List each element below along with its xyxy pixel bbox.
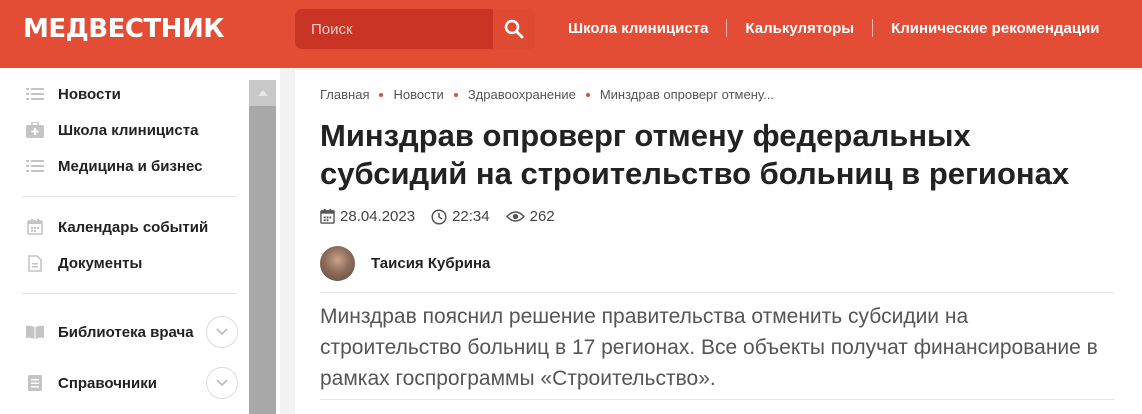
chevron-down-icon (216, 379, 228, 387)
sidebar-item-label: Справочники (58, 374, 157, 392)
sidebar-item-label: Календарь событий (58, 218, 209, 236)
sidebar: Новости Школа клинициста Медицина и бизн… (0, 68, 280, 414)
nav-divider (726, 19, 728, 37)
nav-divider (872, 19, 874, 37)
search-button[interactable] (493, 9, 535, 49)
library-expand-button[interactable] (206, 316, 238, 348)
article-time-value: 22:34 (452, 208, 490, 225)
calendar-icon (26, 218, 44, 236)
sidebar-item-label: Документы (58, 254, 143, 272)
article-meta: 28.04.2023 22:34 262 (320, 208, 571, 225)
avatar[interactable] (320, 246, 355, 281)
top-nav: Школа клинициста Калькуляторы Клинически… (568, 19, 1100, 37)
sidebar-item-label: Школа клинициста (58, 121, 199, 139)
breadcrumb-separator (379, 92, 384, 97)
sidebar-item-label: Библиотека врача (58, 323, 194, 341)
breadcrumb-home[interactable]: Главная (320, 87, 369, 102)
article-title: Минздрав опроверг отмену федеральных суб… (320, 118, 1070, 191)
directories-expand-button[interactable] (206, 367, 238, 399)
breadcrumb-news[interactable]: Новости (393, 87, 443, 102)
nav-link-calculators[interactable]: Калькуляторы (745, 20, 854, 37)
author-name[interactable]: Таисия Кубрина (371, 255, 490, 272)
sidebar-item-library[interactable]: Библиотека врача (26, 320, 194, 344)
divider (320, 292, 1114, 293)
search-box[interactable]: Поиск (295, 9, 535, 49)
article-lead: Минздрав пояснил решение правительства о… (320, 305, 1098, 390)
document-icon (26, 254, 44, 272)
nav-link-guidelines[interactable]: Клинические рекомендации (891, 20, 1099, 37)
book-icon (26, 323, 44, 341)
sidebar-item-school[interactable]: Школа клинициста (26, 118, 198, 142)
divider (320, 399, 1114, 400)
article-views-value: 262 (529, 208, 555, 225)
nav-link-school[interactable]: Школа клинициста (568, 20, 708, 37)
scroll-up-button[interactable] (249, 80, 276, 106)
chevron-up-icon (257, 90, 268, 96)
sidebar-item-label: Медицина и бизнес (58, 157, 203, 175)
article-time: 22:34 (431, 208, 490, 225)
search-input[interactable]: Поиск (311, 21, 353, 38)
breadcrumb-current: Минздрав опроверг отмену... (599, 87, 774, 102)
article-author[interactable]: Таисия Кубрина (320, 246, 490, 281)
site-header: МЕДВЕСТНИК Поиск Школа клинициста Кальку… (0, 0, 1142, 68)
sidebar-scrollbar[interactable] (249, 80, 276, 414)
article-date-value: 28.04.2023 (340, 208, 416, 225)
sidebar-item-documents[interactable]: Документы (26, 251, 142, 275)
calendar-icon (320, 209, 335, 224)
sidebar-divider (22, 293, 237, 294)
article-views: 262 (505, 208, 555, 225)
breadcrumb-separator (453, 92, 458, 97)
clock-icon (431, 208, 447, 225)
breadcrumb: Главная Новости Здравоохранение Минздрав… (320, 87, 774, 102)
directory-icon (26, 374, 44, 392)
chevron-down-icon (216, 328, 228, 336)
article-date: 28.04.2023 (320, 208, 415, 225)
article-container: Главная Новости Здравоохранение Минздрав… (295, 70, 1142, 414)
sidebar-item-business[interactable]: Медицина и бизнес (26, 154, 202, 178)
list-icon (26, 157, 44, 175)
medkit-icon (26, 121, 44, 139)
sidebar-item-directories[interactable]: Справочники (26, 371, 157, 395)
eye-icon (505, 211, 525, 222)
breadcrumb-separator (585, 92, 590, 97)
search-icon (504, 19, 524, 39)
breadcrumb-healthcare[interactable]: Здравоохранение (468, 87, 576, 102)
sidebar-divider (22, 196, 237, 197)
list-icon (26, 85, 44, 103)
sidebar-item-label: Новости (58, 85, 121, 103)
site-logo[interactable]: МЕДВЕСТНИК (23, 14, 224, 44)
sidebar-item-news[interactable]: Новости (26, 82, 121, 106)
sidebar-item-calendar[interactable]: Календарь событий (26, 215, 208, 239)
